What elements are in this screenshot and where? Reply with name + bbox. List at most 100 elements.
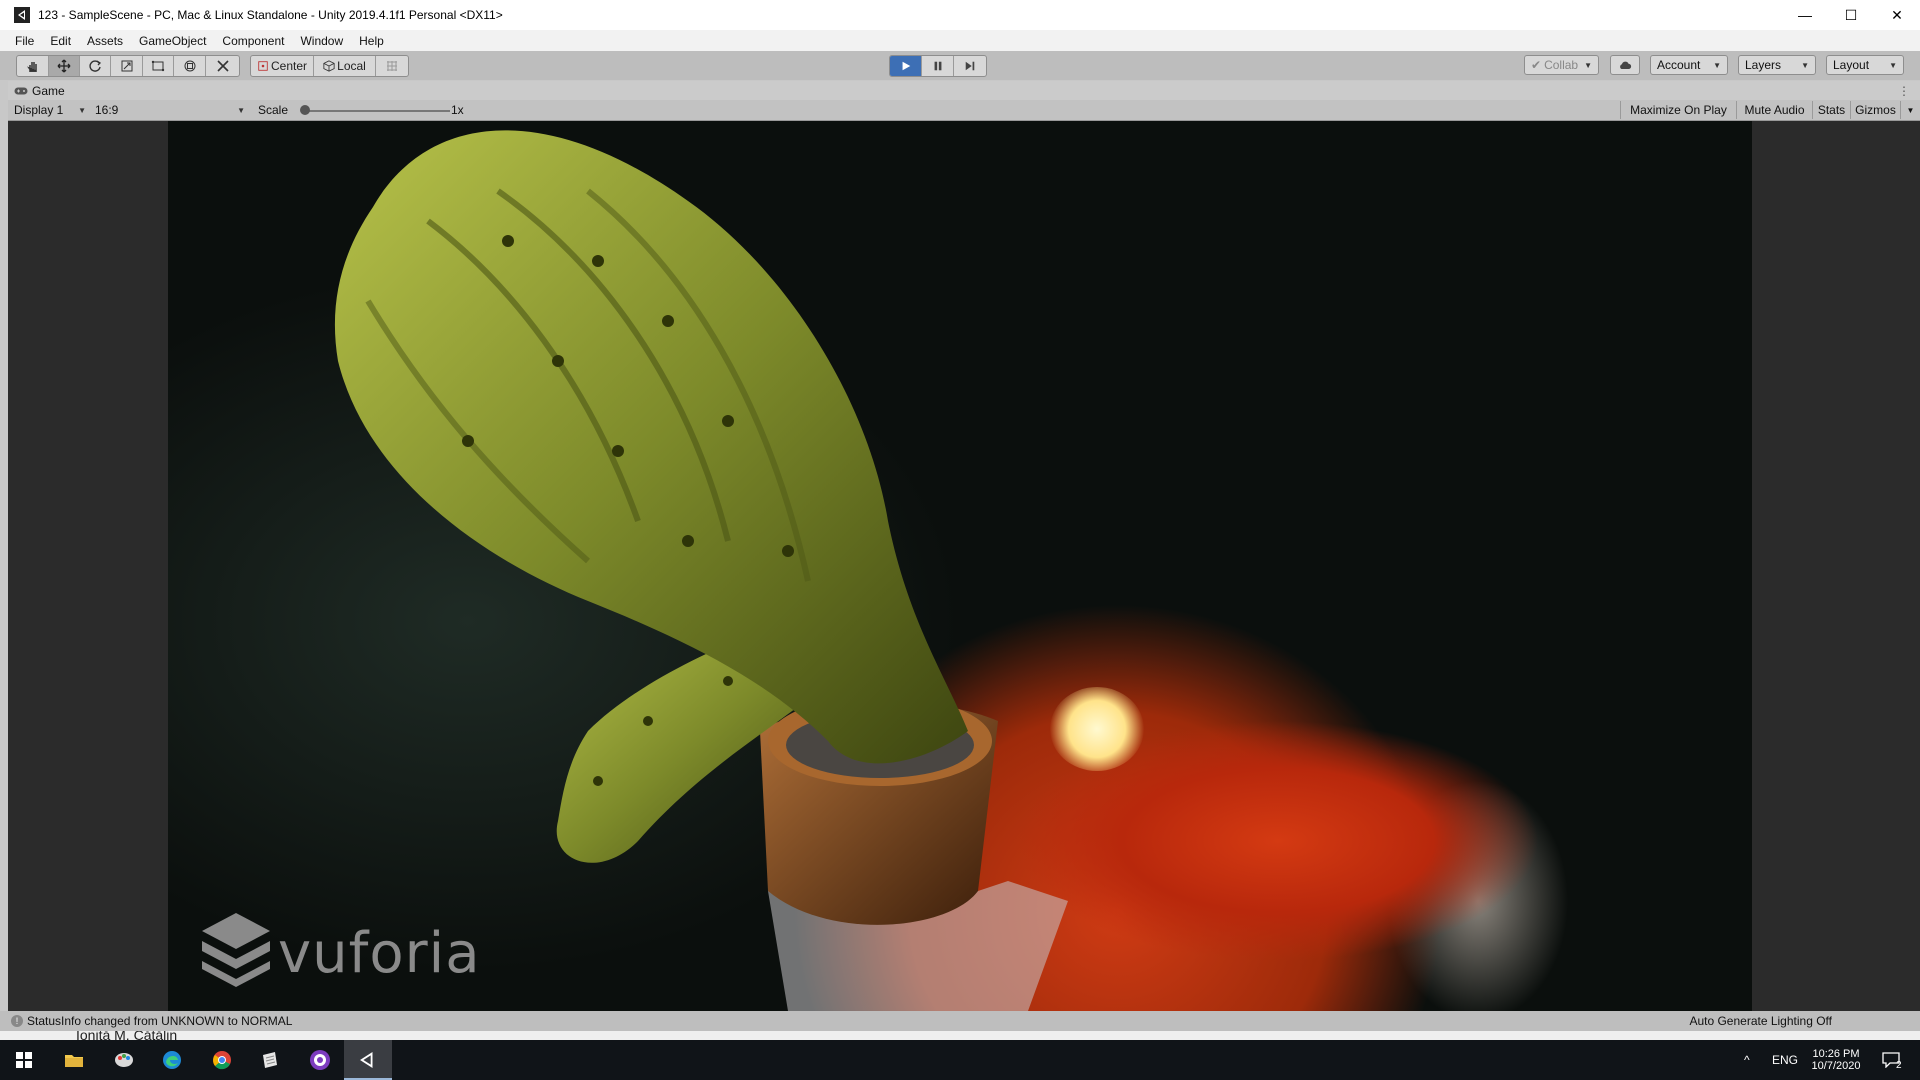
scale-readout: 1x [448,101,478,119]
edge-button[interactable] [148,1040,196,1080]
display-value: Display 1 [14,103,64,117]
language-indicator[interactable]: ENG [1772,1040,1798,1080]
layout-dropdown[interactable]: Layout ▼ [1826,55,1904,75]
display-dropdown[interactable]: Display 1 ▼ [11,101,89,119]
pivot-local-label: Local [337,59,366,73]
tray-overflow-button[interactable]: ^ [1744,1040,1750,1080]
transform-icon [184,60,195,72]
pause-icon [934,61,941,71]
aspect-dropdown[interactable]: 16:9 ▼ [92,101,248,119]
menu-gameobject[interactable]: GameObject [131,34,214,48]
tab-game[interactable]: Game [8,84,65,98]
menu-bar: File Edit Assets GameObject Component Wi… [0,30,1920,51]
grid-snap-button[interactable] [376,56,408,76]
chrome-button[interactable] [198,1040,246,1080]
chrome-icon [213,1051,231,1070]
rotate-icon [89,60,102,72]
scale-tool-button[interactable] [111,56,143,76]
tools-icon [216,60,229,72]
scale-label-text: Scale [258,103,289,117]
pivot-icon [258,61,268,71]
notepad-icon [263,1052,277,1068]
close-button[interactable]: ✕ [1874,0,1920,30]
rect-icon [151,60,165,72]
minimize-button[interactable]: — [1782,0,1828,30]
menu-file[interactable]: File [0,34,42,48]
notepad-button[interactable] [246,1040,294,1080]
mute-audio-button[interactable]: Mute Audio [1736,101,1812,119]
gizmos-dropdown[interactable]: ▼ [1900,101,1920,119]
maximize-on-play-button[interactable]: Maximize On Play [1620,101,1736,119]
purple-app-button[interactable] [296,1040,344,1080]
status-bar: ! StatusInfo changed from UNKNOWN to NOR… [0,1011,1920,1031]
scale-slider-handle[interactable] [300,105,310,115]
rotate-tool-button[interactable] [80,56,111,76]
scale-icon [121,60,132,72]
play-controls [889,55,987,77]
title-bar: 123 - SampleScene - PC, Mac & Linux Stan… [0,0,1920,31]
purple-app-icon [310,1050,330,1070]
clock[interactable]: 10:26 PM 10/7/2020 [1806,1040,1866,1080]
folder-icon [65,1055,83,1067]
background-window: Ioniță M. Cătălin [0,1031,1920,1040]
language-label: ENG [1772,1053,1799,1067]
window-title: 123 - SampleScene - PC, Mac & Linux Stan… [38,8,503,22]
menu-edit[interactable]: Edit [42,34,79,48]
layers-dropdown[interactable]: Layers ▼ [1738,55,1816,75]
edge-icon [163,1051,181,1069]
paint-button[interactable] [100,1040,148,1080]
move-arrows-icon [57,59,71,73]
notification-center-button[interactable]: 2 [1876,1040,1906,1080]
windows-start-icon [16,1052,32,1068]
pivot-center-label: Center [270,59,308,73]
transform-tool-button[interactable] [174,56,206,76]
scale-value: 1x [451,103,464,117]
check-icon: ✔ [1531,58,1542,72]
menu-assets[interactable]: Assets [79,34,131,48]
hand-icon [26,62,37,72]
menu-window[interactable]: Window [292,34,351,48]
chevron-down-icon: ▼ [1801,60,1809,70]
unity-taskbar-button[interactable] [344,1040,392,1080]
layers-label: Layers [1745,58,1782,72]
aspect-value: 16:9 [95,103,119,117]
maximize-button[interactable]: ☐ [1828,0,1874,30]
custom-tool-button[interactable] [206,56,239,76]
grid-snap-icon [387,61,397,71]
cloud-icon [1620,61,1632,69]
vuforia-watermark: vuforia [278,921,481,986]
rect-tool-button[interactable] [143,56,174,76]
chevron-down-icon: ▼ [1713,60,1721,70]
collab-label: Collab [1544,58,1579,72]
play-icon [902,61,910,71]
game-toolbar: Display 1 ▼ 16:9 ▼ Scale 1x Maximize On … [8,100,1920,121]
start-button[interactable] [0,1040,48,1080]
status-message[interactable]: StatusInfo changed from UNKNOWN to NORMA… [27,1014,292,1028]
pivot-controls: Center Local [250,55,409,77]
scale-label: Scale [255,101,295,119]
stats-button[interactable]: Stats [1812,101,1850,119]
hand-tool-button[interactable] [17,56,49,76]
account-dropdown[interactable]: Account ▼ [1650,55,1728,75]
pivot-local-button[interactable]: Local [314,56,376,76]
move-tool-button[interactable] [49,56,80,76]
panel-menu-icon[interactable]: ⋮ [1898,84,1910,98]
lighting-status[interactable]: Auto Generate Lighting Off [1689,1014,1832,1028]
file-explorer-button[interactable] [50,1040,98,1080]
vuforia-logo-icon [202,913,270,987]
gamepad-icon [14,87,28,94]
gizmos-button[interactable]: Gizmos [1850,101,1900,119]
game-viewport[interactable]: vuforia [168,121,1752,1011]
pivot-center-button[interactable]: Center [251,56,314,76]
pause-button[interactable] [922,56,954,76]
collab-dropdown[interactable]: ✔ Collab ▼ [1524,55,1599,75]
menu-help[interactable]: Help [351,34,392,48]
game-panel-tabbar: Game ⋮ [8,81,1920,100]
layout-label: Layout [1833,58,1870,72]
cloud-button[interactable] [1610,55,1640,75]
menu-component[interactable]: Component [214,34,292,48]
step-button[interactable] [954,56,986,76]
scale-slider-track[interactable] [306,110,450,112]
play-button[interactable] [890,56,922,76]
chevron-down-icon: ▼ [1889,60,1897,70]
